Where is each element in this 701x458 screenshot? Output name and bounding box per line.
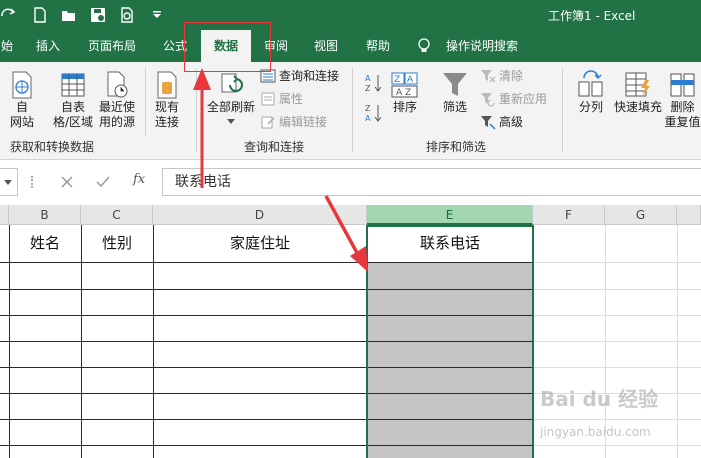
lightbulb-icon xyxy=(418,38,430,52)
flash-fill-icon xyxy=(625,72,650,97)
group-label-queries: 查询和连接 xyxy=(244,140,305,154)
annotation-arrow-up-icon xyxy=(193,68,211,188)
svg-text:Z: Z xyxy=(365,84,371,93)
annotation-arrow-down-icon xyxy=(324,195,368,272)
customize-qat-icon[interactable] xyxy=(148,6,166,24)
tab-page-layout[interactable]: 页面布局 xyxy=(80,30,144,62)
tell-me-search[interactable]: 操作说明搜索 xyxy=(442,30,522,62)
sort-button[interactable]: ZAA Z 排序 xyxy=(388,70,422,115)
column-header-f[interactable]: F xyxy=(533,205,605,225)
svg-text:A Z: A Z xyxy=(396,88,411,98)
enter-check-icon[interactable] xyxy=(96,175,110,189)
tab-help[interactable]: 帮助 xyxy=(356,30,400,62)
redo-icon[interactable] xyxy=(0,6,18,24)
open-folder-icon[interactable] xyxy=(60,6,78,24)
tab-insert[interactable]: 插入 xyxy=(26,30,70,62)
formula-input[interactable]: 联系电话 xyxy=(162,168,701,196)
recent-sources-button[interactable]: 最近使 用的源 xyxy=(96,70,138,130)
svg-text:A: A xyxy=(407,75,414,85)
dropdown-arrow-icon xyxy=(227,119,235,124)
save-icon[interactable] xyxy=(89,6,107,24)
separator xyxy=(562,68,563,152)
existing-connections-icon xyxy=(157,71,177,99)
group-label-get-transform: 获取和转换数据 xyxy=(10,140,95,154)
grip-icon xyxy=(31,176,33,188)
window-title: 工作簿1 - Excel xyxy=(548,9,636,23)
recent-sources-icon xyxy=(107,71,128,98)
remove-duplicates-icon xyxy=(670,73,694,97)
gridline xyxy=(533,445,701,446)
tab-home[interactable]: 始 xyxy=(0,30,14,62)
header-cell-gender[interactable]: 性别 xyxy=(81,225,153,261)
filter-button[interactable]: 筛选 xyxy=(438,70,472,115)
selection-border xyxy=(366,225,534,458)
gridline xyxy=(533,315,701,316)
web-globe-icon xyxy=(12,71,32,99)
edit-links-icon xyxy=(261,116,275,129)
gridline xyxy=(533,262,701,263)
clear-filter-icon xyxy=(481,70,496,83)
from-table-button[interactable]: 自表 格/区域 xyxy=(50,70,96,130)
table-icon xyxy=(61,73,85,97)
remove-duplicates-button[interactable]: 删除 重复值 xyxy=(664,70,701,130)
insert-function-button[interactable]: fx xyxy=(133,172,145,187)
sort-dialog-icon: Z A A Z xyxy=(391,72,418,98)
text-to-columns-icon xyxy=(578,70,603,97)
print-preview-icon[interactable] xyxy=(118,6,136,24)
header-cell-name[interactable]: 姓名 xyxy=(9,225,81,261)
column-header-e[interactable]: E xyxy=(367,205,533,225)
sort-descending-icon[interactable]: ZA xyxy=(364,102,384,124)
refresh-icon xyxy=(221,73,243,93)
new-file-icon[interactable] xyxy=(31,6,49,24)
ribbon-data: 自 网站 自表 格/区域 最近使 用的源 现有 连接 获取和转换数据 全部刷新 … xyxy=(0,62,701,160)
watermark: Bai du 经验 xyxy=(540,387,659,411)
group-label-sort-filter: 排序和筛选 xyxy=(426,140,487,154)
svg-text:Z: Z xyxy=(394,75,400,85)
svg-text:A: A xyxy=(365,74,371,83)
separator xyxy=(145,68,146,136)
column-header-g[interactable]: G xyxy=(605,205,677,225)
svg-text:A: A xyxy=(365,114,371,123)
gridline xyxy=(533,419,701,420)
existing-connections-button[interactable]: 现有 连接 xyxy=(150,70,184,130)
title-bar: 工作簿1 - Excel xyxy=(0,0,701,30)
gridline xyxy=(533,341,701,342)
separator xyxy=(352,68,353,152)
cancel-icon[interactable] xyxy=(60,175,74,189)
gridline xyxy=(533,367,701,368)
reapply-icon xyxy=(481,93,495,107)
properties-icon xyxy=(261,92,275,106)
filter-funnel-icon xyxy=(443,73,467,96)
tab-view[interactable]: 视图 xyxy=(304,30,348,62)
ribbon-tabs: 始 插入 页面布局 公式 数据 审阅 视图 帮助 操作说明搜索 xyxy=(0,30,701,62)
flash-fill-button[interactable]: 快速填充 xyxy=(612,70,664,115)
column-header-b[interactable]: B xyxy=(9,205,81,225)
chevron-down-icon xyxy=(4,180,12,185)
name-box[interactable] xyxy=(0,168,18,196)
gridline xyxy=(533,289,701,290)
column-header-a[interactable] xyxy=(0,205,9,225)
sort-ascending-icon[interactable]: AZ xyxy=(364,72,384,94)
advanced-filter-icon xyxy=(481,116,496,130)
text-to-columns-button[interactable]: 分列 xyxy=(572,70,610,115)
column-header-c[interactable]: C xyxy=(81,205,153,225)
column-header-h[interactable] xyxy=(677,205,701,225)
watermark-url: jingyan.baidu.com xyxy=(540,425,651,439)
svg-text:Z: Z xyxy=(365,104,371,113)
highlight-box xyxy=(184,22,271,72)
from-web-button[interactable]: 自 网站 xyxy=(0,70,44,130)
